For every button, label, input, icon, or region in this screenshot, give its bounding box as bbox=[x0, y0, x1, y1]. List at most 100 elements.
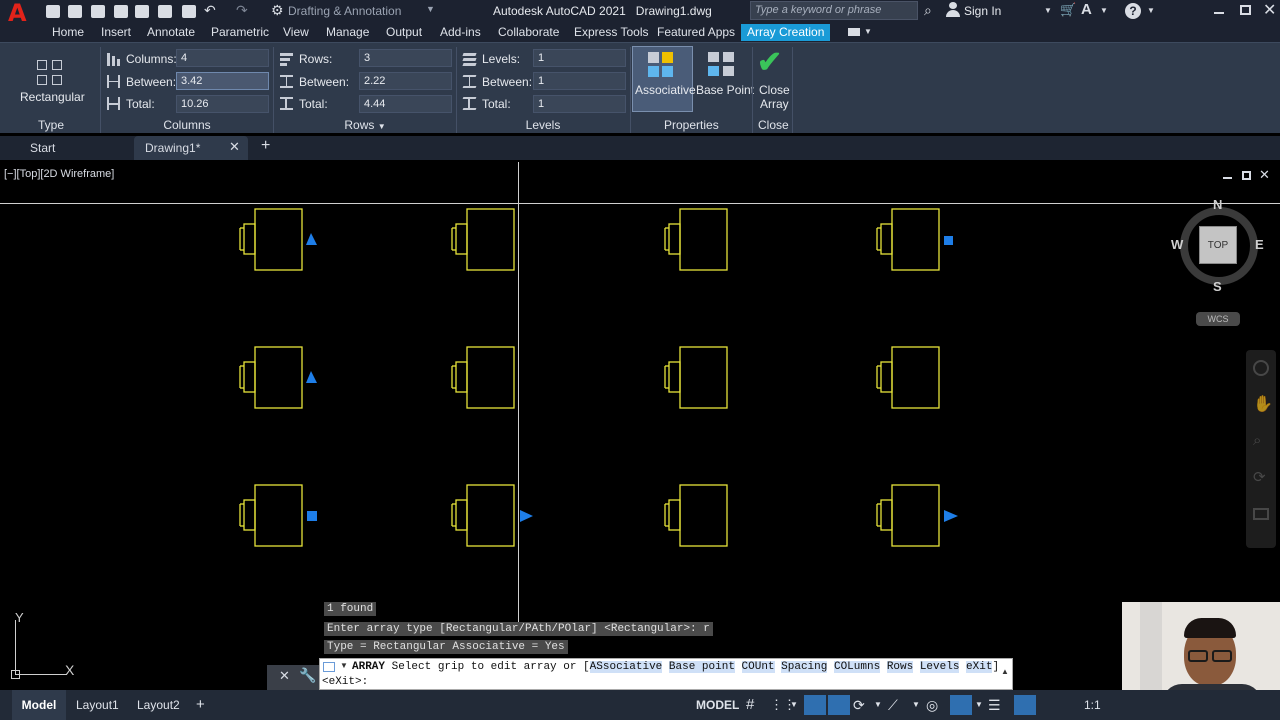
orbit-icon[interactable]: ⟳ bbox=[1253, 468, 1266, 486]
object-snap-tracking-icon[interactable]: ⟋ bbox=[888, 690, 898, 720]
chevron-down-icon[interactable]: ▼ bbox=[378, 122, 386, 131]
row-total-field[interactable]: 4.44 bbox=[359, 95, 452, 113]
object-snap-icon[interactable]: ◎ bbox=[926, 690, 938, 720]
compass-south[interactable]: S bbox=[1213, 279, 1222, 294]
chevron-down-icon[interactable]: ▼ bbox=[340, 661, 348, 670]
levels-field[interactable]: 1 bbox=[533, 49, 626, 67]
redo-icon[interactable]: ↷ bbox=[236, 2, 248, 19]
option-associative[interactable]: ASsociative bbox=[589, 661, 663, 673]
plot-icon[interactable] bbox=[182, 5, 196, 18]
compass-north[interactable]: N bbox=[1213, 197, 1222, 212]
tab-featured-apps[interactable]: Featured Apps bbox=[657, 25, 735, 39]
check-icon[interactable]: ✔ bbox=[757, 48, 782, 78]
compass-east[interactable]: E bbox=[1255, 237, 1264, 252]
tab-annotate[interactable]: Annotate bbox=[147, 25, 195, 39]
option-rows[interactable]: Rows bbox=[886, 661, 914, 673]
option-count[interactable]: COUnt bbox=[741, 661, 775, 673]
save-icon[interactable] bbox=[91, 5, 105, 18]
command-icon[interactable] bbox=[323, 662, 335, 672]
minimize-icon[interactable] bbox=[1214, 12, 1224, 14]
cart-icon[interactable]: 🛒 bbox=[1060, 2, 1076, 18]
level-total-field[interactable]: 1 bbox=[533, 95, 626, 113]
help-icon[interactable]: ? bbox=[1125, 3, 1141, 19]
user-icon[interactable] bbox=[946, 2, 960, 17]
base-point-button[interactable]: Base Point bbox=[696, 83, 754, 97]
new-icon[interactable] bbox=[46, 5, 60, 18]
rectangular-array-icon[interactable] bbox=[37, 60, 63, 86]
viewcube[interactable]: TOP N S E W bbox=[1171, 197, 1264, 294]
ribbon-toggle-icon[interactable] bbox=[848, 28, 860, 36]
sign-in-link[interactable]: Sign In bbox=[964, 4, 1001, 18]
columns-field[interactable]: 4 bbox=[176, 49, 269, 67]
transparency-icon[interactable] bbox=[1014, 695, 1036, 715]
close-array-button[interactable]: Close Array bbox=[759, 83, 790, 111]
chevron-down-icon[interactable]: ▼ bbox=[1100, 6, 1108, 15]
grid-icon[interactable]: # bbox=[746, 690, 754, 720]
new-tab-icon[interactable]: + bbox=[261, 137, 270, 155]
option-exit[interactable]: eXit bbox=[966, 661, 993, 673]
workspace-gear-icon[interactable]: ⚙ bbox=[271, 2, 284, 19]
chevron-down-icon[interactable]: ▼ bbox=[1147, 6, 1155, 15]
tab-add-ins[interactable]: Add-ins bbox=[440, 25, 481, 39]
chevron-down-icon[interactable]: ▼ bbox=[426, 4, 435, 14]
tab-layout2[interactable]: Layout2 bbox=[137, 690, 180, 720]
rectangular-button[interactable]: Rectangular bbox=[20, 90, 85, 104]
workspace-dropdown[interactable]: Drafting & Annotation bbox=[288, 4, 401, 18]
chevron-down-icon[interactable]: ▼ bbox=[1044, 6, 1052, 15]
close-icon[interactable]: ✕ bbox=[1263, 0, 1276, 20]
lineweight-icon[interactable]: ☰ bbox=[988, 690, 1001, 720]
option-columns[interactable]: COLumns bbox=[833, 661, 881, 673]
showmotion-icon[interactable] bbox=[1253, 508, 1269, 520]
option-levels[interactable]: Levels bbox=[919, 661, 960, 673]
chevron-up-icon[interactable]: ▲ bbox=[1001, 667, 1009, 676]
tab-output[interactable]: Output bbox=[386, 25, 422, 39]
wcs-menu[interactable]: WCS bbox=[1196, 312, 1240, 326]
command-input[interactable]: <eXit>: bbox=[322, 676, 368, 688]
polar-icon[interactable] bbox=[828, 695, 850, 715]
close-tab-icon[interactable]: ✕ bbox=[229, 139, 240, 155]
tab-express-tools[interactable]: Express Tools bbox=[574, 25, 648, 39]
autodesk-a360-icon[interactable]: A bbox=[1081, 1, 1092, 18]
search-input[interactable]: Type a keyword or phrase bbox=[750, 1, 918, 20]
save-as-icon[interactable] bbox=[114, 5, 128, 18]
tab-insert[interactable]: Insert bbox=[101, 25, 131, 39]
add-layout-icon[interactable]: + bbox=[196, 690, 205, 720]
tab-layout1[interactable]: Layout1 bbox=[76, 690, 119, 720]
tab-manage[interactable]: Manage bbox=[326, 25, 369, 39]
row-between-field[interactable]: 2.22 bbox=[359, 72, 452, 90]
tab-start[interactable]: Start bbox=[0, 136, 134, 160]
rows-field[interactable]: 3 bbox=[359, 49, 452, 67]
viewcube-top-face[interactable]: TOP bbox=[1199, 226, 1237, 264]
chevron-down-icon[interactable]: ▼ bbox=[975, 690, 983, 720]
option-base-point[interactable]: Base point bbox=[668, 661, 735, 673]
zoom-icon[interactable]: ⌕ bbox=[1253, 432, 1261, 449]
customize-wrench-icon[interactable]: 🔧 bbox=[299, 667, 316, 684]
chevron-down-icon[interactable]: ▼ bbox=[874, 690, 882, 720]
model-space-button[interactable]: MODEL bbox=[696, 690, 739, 720]
level-between-field[interactable]: 1 bbox=[533, 72, 626, 90]
column-between-field[interactable]: 3.42 bbox=[176, 72, 269, 90]
undo-icon[interactable]: ↶ bbox=[204, 2, 216, 19]
open-web-icon[interactable] bbox=[135, 5, 149, 18]
drawing-area[interactable]: [−][Top][2D Wireframe] ✕ TOP N S E W WCS… bbox=[0, 162, 1280, 704]
command-line[interactable]: ▼ ARRAY Select grip to edit array or [AS… bbox=[319, 658, 1013, 690]
column-total-field[interactable]: 10.26 bbox=[176, 95, 269, 113]
isodraft-icon[interactable]: ⟳ bbox=[853, 690, 865, 720]
rows-panel-title[interactable]: Rows ▼ bbox=[344, 118, 386, 132]
chevron-down-icon[interactable]: ▼ bbox=[864, 27, 872, 36]
restore-icon[interactable] bbox=[1240, 5, 1251, 15]
pan-icon[interactable]: ✋ bbox=[1253, 394, 1273, 414]
selection-cycling-icon[interactable] bbox=[950, 695, 972, 715]
annotation-scale[interactable]: 1:1 bbox=[1084, 690, 1101, 720]
ortho-icon[interactable] bbox=[804, 695, 826, 715]
open-icon[interactable] bbox=[68, 5, 82, 18]
tab-collaborate[interactable]: Collaborate bbox=[498, 25, 559, 39]
tab-array-creation[interactable]: Array Creation bbox=[741, 24, 831, 41]
option-spacing[interactable]: Spacing bbox=[781, 661, 828, 673]
tab-parametric[interactable]: Parametric bbox=[211, 25, 269, 39]
tab-model[interactable]: Model bbox=[12, 690, 66, 720]
search-icon[interactable]: ⌕ bbox=[924, 2, 932, 19]
close-command-line-icon[interactable]: ✕ bbox=[279, 668, 290, 684]
compass-west[interactable]: W bbox=[1171, 237, 1183, 252]
tab-view[interactable]: View bbox=[283, 25, 309, 39]
